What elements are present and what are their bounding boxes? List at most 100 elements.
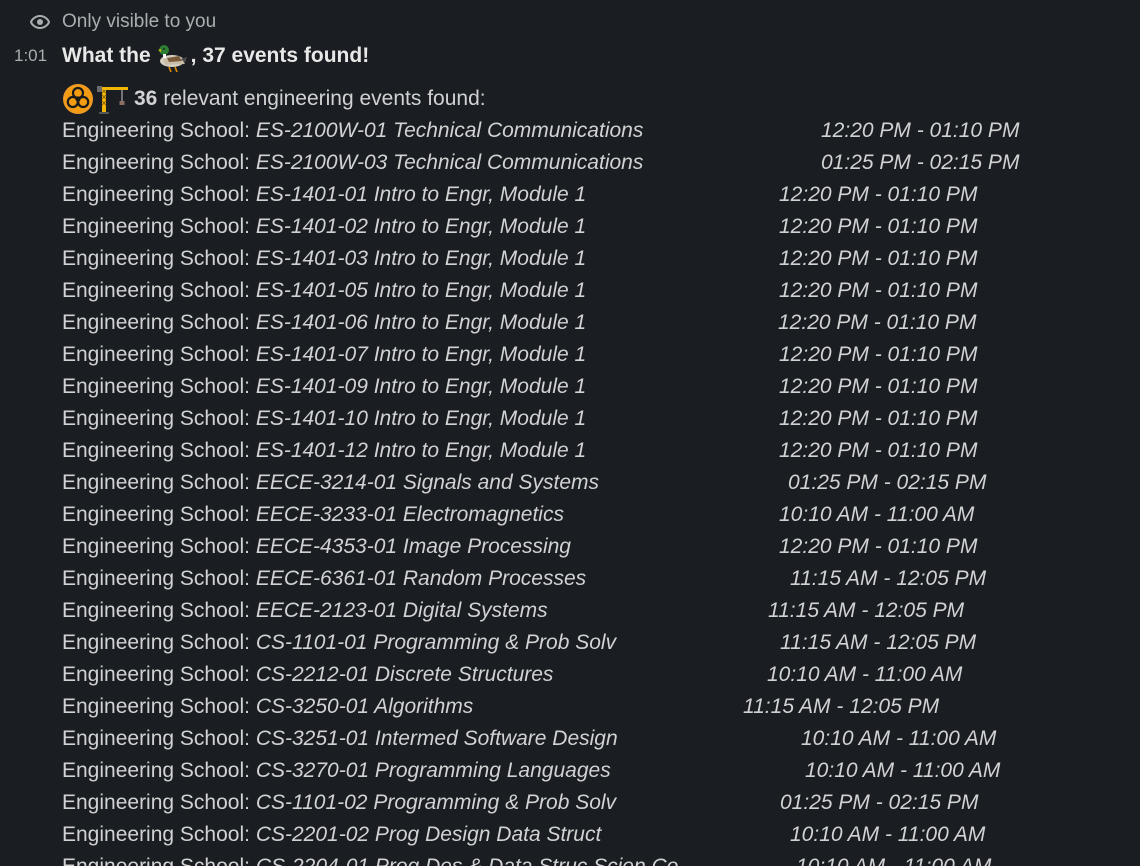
event-school: Engineering School:	[62, 119, 256, 142]
event-school: Engineering School:	[62, 439, 256, 462]
event-course: EECE-6361-01 Random Processes	[255, 567, 587, 590]
event-school: Engineering School:	[62, 247, 256, 270]
event-time: 11:15 AM - 12:05 PM	[743, 695, 940, 718]
event-time: 10:10 AM - 11:00 AM	[790, 823, 986, 846]
event-school: Engineering School:	[62, 823, 256, 846]
list-item: Engineering School: EECE-4353-01 Image P…	[62, 531, 1132, 563]
list-item: Engineering School: ES-1401-09 Intro to …	[62, 371, 1132, 403]
event-school: Engineering School:	[62, 183, 256, 206]
event-school: Engineering School:	[62, 343, 256, 366]
event-time: 12:20 PM - 01:10 PM	[779, 439, 978, 462]
event-school: Engineering School:	[62, 471, 256, 494]
events-list: Engineering School: ES-2100W-01 Technica…	[62, 115, 1132, 866]
event-school: Engineering School:	[62, 535, 256, 558]
message-title: What the , 37 events found!	[62, 38, 369, 74]
list-item: Engineering School: ES-1401-05 Intro to …	[62, 275, 1132, 307]
event-school: Engineering School:	[62, 503, 256, 526]
event-school: Engineering School:	[62, 855, 256, 866]
event-time: 01:25 PM - 02:15 PM	[821, 151, 1020, 174]
list-item: Engineering School: CS-3250-01 Algorithm…	[62, 691, 1132, 723]
event-school: Engineering School:	[62, 759, 256, 782]
list-item: Engineering School: ES-1401-12 Intro to …	[62, 435, 1132, 467]
event-time: 12:20 PM - 01:10 PM	[779, 535, 978, 558]
list-item: Engineering School: CS-1101-01 Programmi…	[62, 627, 1132, 659]
event-course: ES-1401-05 Intro to Engr, Module 1	[255, 279, 587, 302]
event-course: ES-1401-10 Intro to Engr, Module 1	[255, 407, 587, 430]
event-time: 12:20 PM - 01:10 PM	[778, 311, 977, 334]
eye-icon	[30, 12, 50, 32]
event-time: 11:15 AM - 12:05 PM	[780, 631, 977, 654]
list-item: Engineering School: CS-3251-01 Intermed …	[62, 723, 1132, 755]
event-time: 10:10 AM - 11:00 AM	[796, 851, 991, 866]
event-course: ES-2100W-01 Technical Communications	[255, 119, 644, 142]
event-school: Engineering School:	[62, 407, 256, 430]
list-item: Engineering School: EECE-6361-01 Random …	[62, 563, 1132, 595]
event-time: 12:20 PM - 01:10 PM	[779, 343, 978, 366]
event-course: EECE-2123-01 Digital Systems	[255, 599, 548, 622]
event-school: Engineering School:	[62, 663, 256, 686]
event-course: CS-3250-01 Algorithms	[255, 695, 474, 718]
event-school: Engineering School:	[62, 311, 256, 334]
event-course: ES-1401-03 Intro to Engr, Module 1	[255, 247, 587, 270]
list-item: Engineering School: ES-2100W-01 Technica…	[62, 115, 1132, 147]
event-school: Engineering School:	[62, 279, 256, 302]
event-school: Engineering School:	[62, 727, 256, 750]
list-item: Engineering School: CS-2204-01 Prog Des …	[62, 851, 1132, 866]
biohazard-icon	[62, 83, 94, 115]
event-course: CS-2201-02 Prog Design Data Struct	[255, 823, 602, 846]
list-item: Engineering School: ES-1401-10 Intro to …	[62, 403, 1132, 435]
event-course: ES-1401-01 Intro to Engr, Module 1	[255, 183, 587, 206]
event-time: 12:20 PM - 01:10 PM	[779, 375, 978, 398]
list-item: Engineering School: ES-1401-06 Intro to …	[62, 307, 1132, 339]
ephemeral-notice: Only visible to you	[30, 10, 216, 34]
event-course: ES-1401-09 Intro to Engr, Module 1	[255, 375, 587, 398]
summary-count: 36	[134, 87, 158, 110]
event-course: CS-3251-01 Intermed Software Design	[255, 727, 618, 750]
event-school: Engineering School:	[62, 599, 256, 622]
list-item: Engineering School: EECE-3233-01 Electro…	[62, 499, 1132, 531]
event-course: CS-2212-01 Discrete Structures	[255, 663, 554, 686]
title-prefix: What the	[62, 44, 151, 67]
list-item: Engineering School: CS-3270-01 Programmi…	[62, 755, 1132, 787]
event-time: 11:15 AM - 12:05 PM	[768, 599, 965, 622]
message-timestamp[interactable]: 1:01	[14, 46, 47, 66]
event-school: Engineering School:	[62, 151, 256, 174]
list-item: Engineering School: ES-1401-03 Intro to …	[62, 243, 1132, 275]
visibility-label: Only visible to you	[62, 11, 217, 32]
event-time: 10:10 AM - 11:00 AM	[767, 663, 963, 686]
event-course: CS-1101-02 Programming & Prob Solv	[255, 791, 617, 814]
event-time: 01:25 PM - 02:15 PM	[788, 471, 987, 494]
event-time: 12:20 PM - 01:10 PM	[779, 215, 978, 238]
event-course: ES-1401-02 Intro to Engr, Module 1	[255, 215, 587, 238]
event-course: ES-1401-12 Intro to Engr, Module 1	[255, 439, 587, 462]
list-item: Engineering School: ES-2100W-03 Technica…	[62, 147, 1132, 179]
duck-icon	[155, 39, 189, 73]
event-course: ES-1401-06 Intro to Engr, Module 1	[255, 311, 587, 334]
event-course: ES-1401-07 Intro to Engr, Module 1	[255, 343, 587, 366]
list-item: Engineering School: EECE-2123-01 Digital…	[62, 595, 1132, 627]
event-time: 12:20 PM - 01:10 PM	[779, 247, 978, 270]
event-course: EECE-4353-01 Image Processing	[255, 535, 571, 558]
event-time: 12:20 PM - 01:10 PM	[779, 183, 978, 206]
event-course: CS-2204-01 Prog Des & Data Struc Scien C…	[256, 855, 679, 866]
event-course: CS-1101-01 Programming & Prob Solv	[255, 631, 617, 654]
event-course: EECE-3233-01 Electromagnetics	[255, 503, 564, 526]
event-school: Engineering School:	[62, 631, 256, 654]
list-item: Engineering School: CS-2212-01 Discrete …	[62, 659, 1132, 691]
summary-text: relevant engineering events found:	[163, 87, 486, 110]
event-course: CS-3270-01 Programming Languages	[255, 759, 611, 782]
list-item: Engineering School: CS-1101-02 Programmi…	[62, 787, 1132, 819]
event-time: 12:20 PM - 01:10 PM	[821, 119, 1020, 142]
event-school: Engineering School:	[62, 375, 256, 398]
event-time: 12:20 PM - 01:10 PM	[779, 279, 978, 302]
event-time: 01:25 PM - 02:15 PM	[780, 791, 979, 814]
list-item: Engineering School: EECE-3214-01 Signals…	[62, 467, 1132, 499]
event-course: EECE-3214-01 Signals and Systems	[255, 471, 599, 494]
events-summary: 36 relevant engineering events found:	[62, 82, 486, 116]
event-time: 10:10 AM - 11:00 AM	[805, 759, 1001, 782]
event-time: 10:10 AM - 11:00 AM	[801, 727, 997, 750]
construction-crane-icon	[96, 83, 128, 115]
event-school: Engineering School:	[62, 567, 256, 590]
list-item: Engineering School: CS-2201-02 Prog Desi…	[62, 819, 1132, 851]
event-time: 11:15 AM - 12:05 PM	[790, 567, 987, 590]
